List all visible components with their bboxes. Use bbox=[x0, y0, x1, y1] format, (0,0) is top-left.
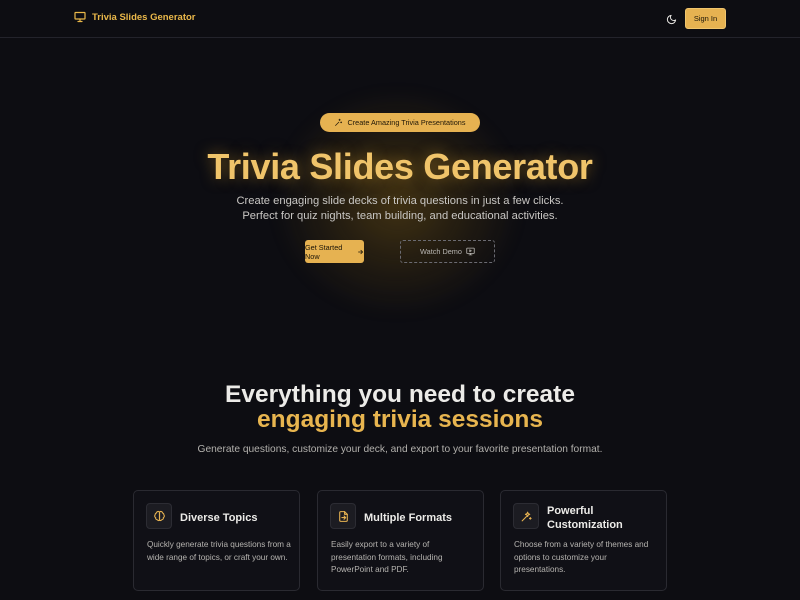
brand-title: Trivia Slides Generator bbox=[92, 11, 196, 23]
feature-description: Easily export to a variety of presentati… bbox=[331, 540, 443, 574]
feature-title: Multiple Formats bbox=[364, 512, 453, 524]
moon-icon bbox=[666, 14, 676, 24]
presentation-icon bbox=[74, 11, 86, 23]
get-started-button[interactable]: Get Started Now bbox=[305, 240, 364, 263]
features-heading-line-1: Everything you need to create bbox=[225, 381, 575, 408]
feature-title: Diverse Topics bbox=[180, 512, 258, 524]
wand-sparkles-icon bbox=[521, 511, 532, 521]
feature-icon-box bbox=[146, 503, 172, 529]
feature-description: Choose from a variety of themes and opti… bbox=[514, 540, 649, 574]
feature-icon-box bbox=[330, 503, 356, 529]
brain-icon bbox=[153, 510, 165, 521]
hero-subtitle-line-2: Perfect for quiz nights, team building, … bbox=[242, 210, 558, 222]
watch-demo-label: Watch Demo bbox=[420, 247, 462, 256]
watch-demo-button[interactable]: Watch Demo bbox=[400, 240, 495, 263]
brand-logo[interactable]: Trivia Slides Generator bbox=[74, 11, 196, 23]
sign-in-button[interactable]: Sign In bbox=[685, 8, 726, 29]
hero-title: Trivia Slides Generator bbox=[207, 146, 593, 187]
feature-description: Quickly generate trivia questions from a… bbox=[147, 540, 291, 562]
arrow-right-icon bbox=[357, 249, 363, 254]
feature-card-diverse-topics: Diverse Topics Quickly generate trivia q… bbox=[133, 490, 300, 591]
get-started-label: Get Started Now bbox=[305, 242, 343, 261]
top-navbar: Trivia Slides Generator Sign In bbox=[0, 0, 800, 38]
features-subtitle: Generate questions, customize your deck,… bbox=[197, 444, 603, 455]
hero-subtitle-line-1: Create engaging slide decks of trivia qu… bbox=[236, 195, 564, 207]
page: Trivia Slides Generator Sign In Create A… bbox=[0, 0, 800, 600]
feature-card-powerful-customization: Powerful Customization Choose from a var… bbox=[500, 490, 667, 591]
feature-icon-box bbox=[513, 503, 539, 529]
hero-subtitle: Create engaging slide decks of trivia qu… bbox=[0, 194, 800, 224]
hero-badge-text: Create Amazing Trivia Presentations bbox=[347, 118, 466, 127]
theme-toggle-button[interactable] bbox=[664, 12, 678, 26]
monitor-play-icon bbox=[466, 247, 475, 256]
feature-title: Powerful Customization bbox=[547, 505, 623, 531]
sparkles-icon bbox=[335, 118, 343, 126]
feature-card-multiple-formats: Multiple Formats Easily export to a vari… bbox=[317, 490, 484, 591]
features-heading-line-2: engaging trivia sessions bbox=[257, 406, 543, 433]
features-heading: Everything you need to create engaging t… bbox=[0, 382, 800, 432]
file-export-icon bbox=[338, 510, 348, 522]
hero-badge: Create Amazing Trivia Presentations bbox=[320, 113, 480, 132]
